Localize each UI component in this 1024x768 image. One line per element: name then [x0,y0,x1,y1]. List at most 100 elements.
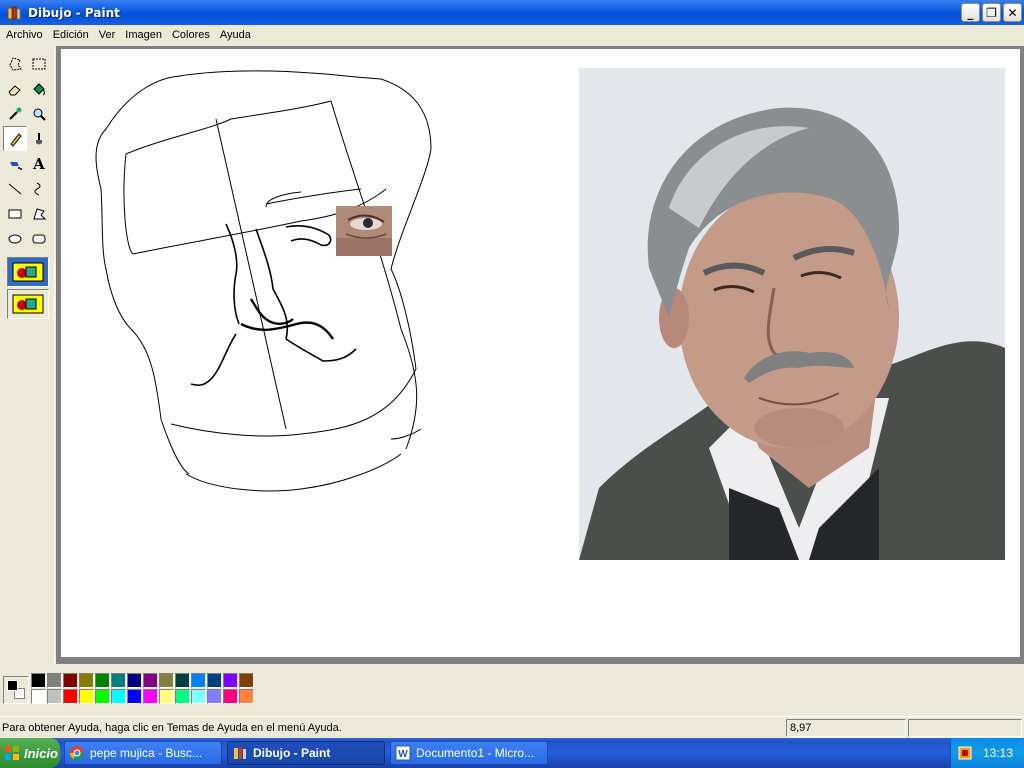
restore-button[interactable]: ❐ [982,3,1001,22]
close-button[interactable]: ✕ [1003,3,1022,22]
pasted-eye-crop [336,206,392,256]
tool-airbrush[interactable] [3,151,27,176]
color-swatch[interactable] [143,673,158,688]
tool-pick-color[interactable] [3,101,27,126]
color-swatch[interactable] [175,689,190,704]
ellipse-icon [8,234,22,243]
polygon-icon [33,207,47,219]
status-coords: 8,97 [786,719,906,737]
tool-pencil[interactable] [3,126,27,151]
task-label: Dibujo - Paint [253,746,331,760]
tool-fill[interactable] [27,76,51,101]
rounded-rect-icon [32,234,46,243]
menu-imagen[interactable]: Imagen [121,29,166,41]
close-icon: ✕ [1007,5,1018,20]
color-swatch[interactable] [95,689,110,704]
task-chrome[interactable]: pepe mujica - Busc... [64,741,222,765]
menu-edicion[interactable]: Edición [49,29,93,41]
title-bar: Dibujo - Paint _ ❐ ✕ [0,0,1024,25]
color-swatch[interactable] [239,673,254,688]
paint-app-icon [7,6,21,19]
tool-text[interactable]: A [27,151,51,176]
start-label: Inicio [24,745,58,761]
tool-rounded-rect[interactable] [27,226,51,251]
opaque-option-icon [12,262,44,282]
canvas-workspace [56,46,1024,664]
menu-bar: Archivo Edición Ver Imagen Colores Ayuda [0,25,1024,45]
tool-ellipse[interactable] [3,226,27,251]
color-swatch[interactable] [63,673,78,688]
color-swatch[interactable] [47,689,62,704]
windows-logo-icon [5,746,19,760]
window-title: Dibujo - Paint [28,5,120,20]
color-swatch[interactable] [111,673,126,688]
color-swatch[interactable] [223,689,238,704]
current-colors[interactable] [3,676,29,704]
chrome-icon [70,746,84,760]
tool-rect-select[interactable] [27,51,51,76]
tool-polygon[interactable] [27,201,51,226]
menu-ayuda[interactable]: Ayuda [216,29,255,41]
menu-ver[interactable]: Ver [95,29,120,41]
color-swatch[interactable] [47,673,62,688]
option-transparent[interactable] [7,289,49,319]
color-swatch[interactable] [79,673,94,688]
color-swatch[interactable] [223,673,238,688]
tool-curve[interactable] [27,176,51,201]
tool-brush[interactable] [27,126,51,151]
tool-line[interactable] [3,176,27,201]
color-swatch[interactable] [239,689,254,704]
airbrush-icon [10,161,22,170]
color-swatch[interactable] [127,673,142,688]
option-opaque[interactable] [7,257,49,287]
color-swatch[interactable] [159,673,174,688]
tray-app-icon[interactable] [957,745,973,761]
rect-select-icon [32,58,46,69]
color-swatch[interactable] [143,689,158,704]
drawing-canvas[interactable] [61,49,1020,657]
color-swatch[interactable] [175,673,190,688]
color-swatches [31,673,255,705]
color-swatch[interactable] [207,689,222,704]
color-swatch[interactable] [79,689,94,704]
portrait-photo [579,68,1005,560]
free-select-icon [9,56,22,71]
menu-colores[interactable]: Colores [168,29,214,41]
transparent-option-icon [12,294,44,314]
color-swatch[interactable] [31,689,46,704]
magnifier-icon [33,108,46,121]
paint-icon [234,747,246,759]
color-swatch[interactable] [95,673,110,688]
curve-icon [34,182,41,195]
clock[interactable]: 13:13 [983,746,1013,760]
color-swatch[interactable] [159,689,174,704]
color-swatch[interactable] [127,689,142,704]
task-label: Documento1 - Micro... [416,746,535,760]
eraser-icon [8,84,21,95]
color-swatch[interactable] [111,689,126,704]
start-button[interactable]: Inicio [0,738,60,768]
tool-eraser[interactable] [3,76,27,101]
line-icon [8,183,22,194]
color-swatch[interactable] [63,689,78,704]
status-bar: Para obtener Ayuda, haga clic en Temas d… [0,716,1024,738]
task-word[interactable]: W Documento1 - Micro... [390,741,548,765]
color-swatch[interactable] [31,673,46,688]
color-swatch[interactable] [207,673,222,688]
portrait-image [579,68,1005,560]
color-swatch[interactable] [191,689,206,704]
minimize-button[interactable]: _ [961,3,980,22]
tool-rectangle[interactable] [3,201,27,226]
menu-archivo[interactable]: Archivo [2,29,47,41]
eye-crop-image [336,206,392,256]
color-swatch[interactable] [191,673,206,688]
tool-magnifier[interactable] [27,101,51,126]
restore-icon: ❐ [986,5,997,20]
tool-free-select[interactable] [3,51,27,76]
eyedropper-icon [9,107,22,120]
svg-text:W: W [398,749,408,760]
brush-icon [36,132,42,144]
pencil-icon [10,132,22,147]
task-label: pepe mujica - Busc... [90,746,203,760]
task-paint[interactable]: Dibujo - Paint [227,741,385,765]
